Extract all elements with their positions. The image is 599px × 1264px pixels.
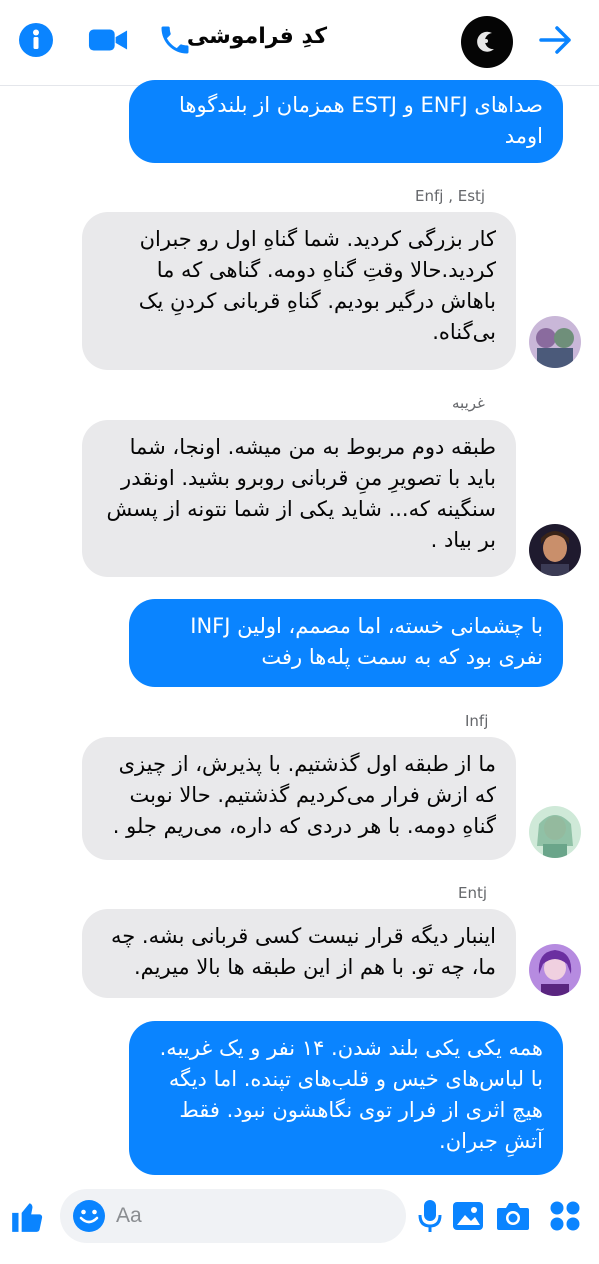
message-bubble-outgoing[interactable]: صداهای ENFJ و ESTJ همزمان از بلندگوها او… <box>129 80 563 163</box>
message-bubble-outgoing[interactable]: با چشمانی خسته، اما مصمم، اولین INFJ نفر… <box>129 599 563 687</box>
message-composer <box>0 1176 599 1264</box>
emoji-icon[interactable] <box>69 1196 109 1236</box>
chat-header: کدِ فراموشی <box>0 0 599 86</box>
sender-avatar[interactable] <box>529 806 581 858</box>
sender-name: Enfj , Estj <box>415 187 486 205</box>
message-bubble-incoming[interactable]: کار بزرگی کردید. شما گناهِ اول رو جبران … <box>82 212 516 370</box>
conversation-title[interactable]: کدِ فراموشی <box>187 24 327 49</box>
thumbs-up-icon[interactable] <box>8 1196 48 1236</box>
microphone-icon[interactable] <box>410 1196 450 1236</box>
back-arrow-icon[interactable] <box>536 20 576 60</box>
camera-icon[interactable] <box>493 1196 533 1236</box>
message-bubble-outgoing[interactable]: همه یکی یکی بلند شدن. ۱۴ نفر و یک غریبه.… <box>129 1021 563 1175</box>
video-camera-icon[interactable] <box>88 20 128 60</box>
message-bubble-incoming[interactable]: اینبار دیگه قرار نیست کسی قربانی بشه. چه… <box>82 909 516 998</box>
sender-avatar[interactable] <box>529 944 581 996</box>
sender-name: Infj <box>465 712 489 730</box>
message-input[interactable] <box>116 1189 396 1243</box>
gallery-icon[interactable] <box>448 1196 488 1236</box>
apps-icon[interactable] <box>545 1196 585 1236</box>
message-bubble-incoming[interactable]: ما از طبقه اول گذشتیم. با پذیرش، از چیزی… <box>82 737 516 860</box>
conversation-avatar[interactable] <box>461 16 513 68</box>
message-input-container[interactable] <box>60 1189 406 1243</box>
sender-name: Entj <box>458 884 488 902</box>
sender-avatar[interactable] <box>529 316 581 368</box>
message-bubble-incoming[interactable]: طبقه دوم مربوط به من میشه. اونجا، شما با… <box>82 420 516 577</box>
info-icon[interactable] <box>16 20 56 60</box>
sender-name: غریبه <box>452 394 485 412</box>
sender-avatar[interactable] <box>529 524 581 576</box>
